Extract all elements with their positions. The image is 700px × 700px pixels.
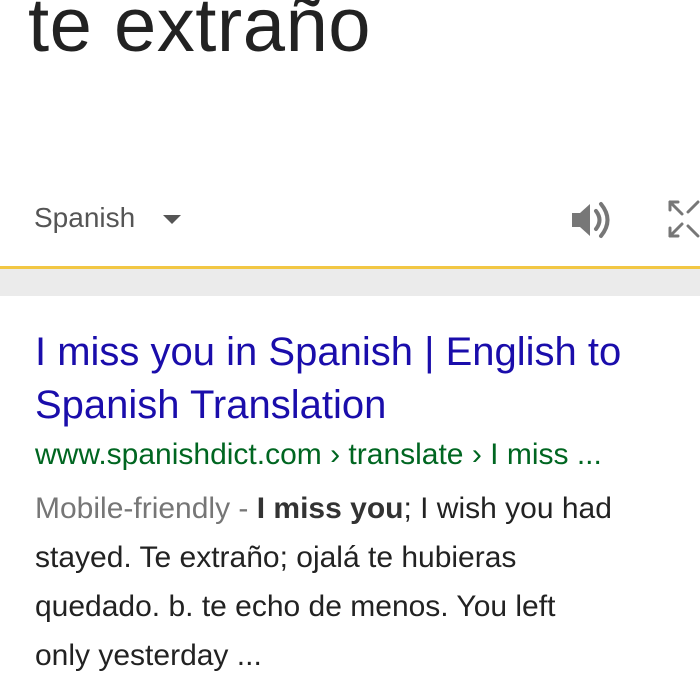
highlighted-term: I miss you [256, 492, 404, 525]
result-url[interactable]: www.spanishdict.com › translate › I miss… [35, 436, 700, 474]
speaker-icon[interactable] [568, 198, 616, 242]
translation-card: te extraño Spanish [0, 0, 700, 269]
mobile-friendly-badge: Mobile-friendly [35, 492, 231, 525]
snippet-text: ; I wish you had [403, 492, 612, 525]
result-title-line: Spanish Translation [35, 383, 387, 427]
search-result: I miss you in Spanish | English to Spani… [0, 296, 700, 700]
snippet-line: quedado. b. te echo de menos. You left [35, 590, 556, 623]
snippet-line: Mobile-friendly - I miss you; I wish you… [35, 484, 700, 533]
expand-icon[interactable] [664, 196, 700, 242]
result-snippet: Mobile-friendly - I miss you; I wish you… [35, 484, 700, 680]
snippet-line: only yesterday ... [35, 639, 262, 672]
result-title-link[interactable]: I miss you in Spanish | English to Spani… [35, 326, 695, 432]
result-title-line: I miss you in Spanish | English to [35, 330, 622, 374]
badge-separator: - [230, 492, 257, 525]
snippet-line: stayed. Te extraño; ojalá te hubieras [35, 541, 517, 574]
translated-text: te extraño [28, 0, 371, 68]
chevron-down-icon [163, 214, 182, 224]
language-label: Spanish [34, 202, 136, 233]
card-separator [0, 269, 700, 296]
language-dropdown[interactable]: Spanish [34, 198, 182, 238]
search-results-page: te extraño Spanish I miss you in Spanish… [0, 0, 700, 700]
